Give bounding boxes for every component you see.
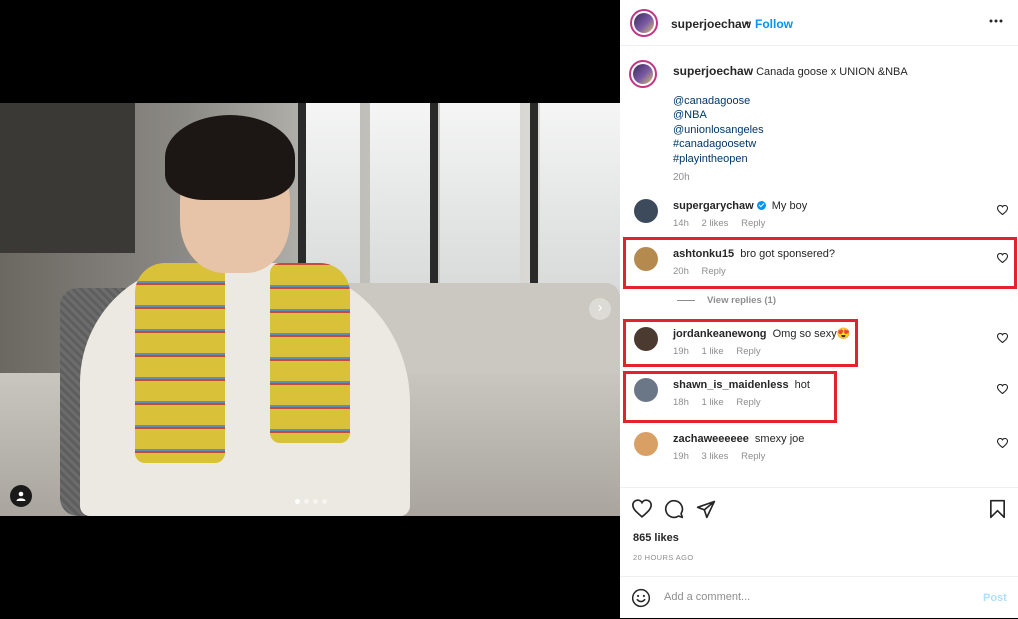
carousel-dot <box>322 499 327 504</box>
add-comment-bar: Post <box>620 576 1018 619</box>
caption-tag[interactable]: @NBA <box>673 108 1003 123</box>
comment-likes[interactable]: 3 likes <box>702 451 729 462</box>
verified-badge-icon <box>756 201 766 210</box>
comment-time: 18h <box>673 397 689 408</box>
post-caption: superjoechaw Canada goose x UNION &NBA @… <box>673 64 1003 186</box>
share-send-icon[interactable] <box>696 499 716 524</box>
photo-vest-right <box>270 263 350 443</box>
carousel-dots <box>295 499 327 504</box>
caption-text: Canada goose x UNION &NBA <box>756 66 908 78</box>
post-comment-button[interactable]: Post <box>983 592 1007 604</box>
carousel-dot <box>313 499 318 504</box>
post-media: › <box>0 0 620 618</box>
carousel-dot <box>295 499 300 504</box>
view-replies-button[interactable]: View replies (1) <box>677 295 776 306</box>
commenter-username[interactable]: supergarychaw <box>673 200 754 212</box>
comment-input[interactable] <box>664 587 964 607</box>
comment-time: 14h <box>673 218 689 229</box>
comment-time: 19h <box>673 451 689 462</box>
photo-bg-shelf <box>0 103 135 253</box>
comment-text: Omg so sexy😍 <box>772 328 851 340</box>
reply-button[interactable]: Reply <box>736 397 760 408</box>
comment-bubble-icon[interactable] <box>664 499 684 524</box>
comment-text: My boy <box>771 200 808 212</box>
commenter-avatar[interactable] <box>634 432 658 456</box>
photo-vest-left <box>135 263 225 463</box>
comment-like-heart-icon[interactable] <box>996 250 1009 268</box>
caption-tag[interactable]: #playintheopen <box>673 152 1003 167</box>
commenter-avatar[interactable] <box>634 247 658 271</box>
view-replies-label[interactable]: View replies (1) <box>707 295 776 306</box>
commenter-avatar[interactable] <box>634 327 658 351</box>
reply-button[interactable]: Reply <box>702 266 726 277</box>
photo-person-hair <box>165 115 295 200</box>
comment-time: 19h <box>673 346 689 357</box>
reply-button[interactable]: Reply <box>736 346 760 357</box>
header-separator: • <box>745 16 750 30</box>
carousel-next-button[interactable]: › <box>589 298 611 320</box>
save-bookmark-icon[interactable] <box>989 499 1006 524</box>
commenter-username[interactable]: jordankeanewong <box>673 328 767 340</box>
comment-text: hot <box>794 379 810 391</box>
like-heart-icon[interactable] <box>631 499 653 523</box>
likes-count[interactable]: 865 likes <box>633 532 679 544</box>
comment-time: 20h <box>673 266 689 277</box>
caption-time: 20h <box>673 172 690 183</box>
reply-button[interactable]: Reply <box>741 451 765 462</box>
post-date: 20 HOURS AGO <box>633 553 694 562</box>
comment-likes[interactable]: 1 like <box>702 346 724 357</box>
commenter-username[interactable]: shawn_is_maidenless <box>673 379 789 391</box>
author-avatar[interactable] <box>630 9 658 37</box>
commenter-username[interactable]: zachaweeeeee <box>673 433 749 445</box>
emoji-picker-icon[interactable] <box>631 588 651 613</box>
post-header: superjoechaw • Follow <box>620 0 1018 46</box>
comment-text: smexy joe <box>754 433 805 445</box>
commenter-username[interactable]: ashtonku15 <box>673 248 734 260</box>
caption-tag[interactable]: #canadagoosetw <box>673 137 1003 152</box>
photo-person-body <box>80 263 410 516</box>
comment-likes[interactable]: 2 likes <box>702 218 729 229</box>
caption-username[interactable]: superjoechaw <box>673 64 753 78</box>
author-username[interactable]: superjoechaw <box>671 17 751 31</box>
post-side-panel: superjoechaw • Follow superjoechaw Canad… <box>620 0 1018 618</box>
reply-button[interactable]: Reply <box>741 218 765 229</box>
highlight-box <box>623 237 1017 289</box>
follow-button[interactable]: Follow <box>755 17 793 31</box>
caption-tag[interactable]: @unionlosangeles <box>673 123 1003 138</box>
comment-like-heart-icon[interactable] <box>996 381 1009 399</box>
caption-tag[interactable]: @canadagoose <box>673 94 1003 109</box>
comment-like-heart-icon[interactable] <box>996 202 1009 220</box>
carousel-dot <box>304 499 309 504</box>
view-replies-line <box>677 299 695 301</box>
comment-like-heart-icon[interactable] <box>996 435 1009 453</box>
post-photo[interactable] <box>0 103 620 516</box>
comment-likes[interactable]: 1 like <box>702 397 724 408</box>
commenter-avatar[interactable] <box>634 199 658 223</box>
comment-like-heart-icon[interactable] <box>996 330 1009 348</box>
commenter-avatar[interactable] <box>634 378 658 402</box>
comment-text: bro got sponsered? <box>740 248 835 260</box>
caption-author-avatar[interactable] <box>629 60 657 88</box>
user-tag-icon[interactable] <box>10 485 32 507</box>
more-options-icon[interactable] <box>988 11 1004 32</box>
